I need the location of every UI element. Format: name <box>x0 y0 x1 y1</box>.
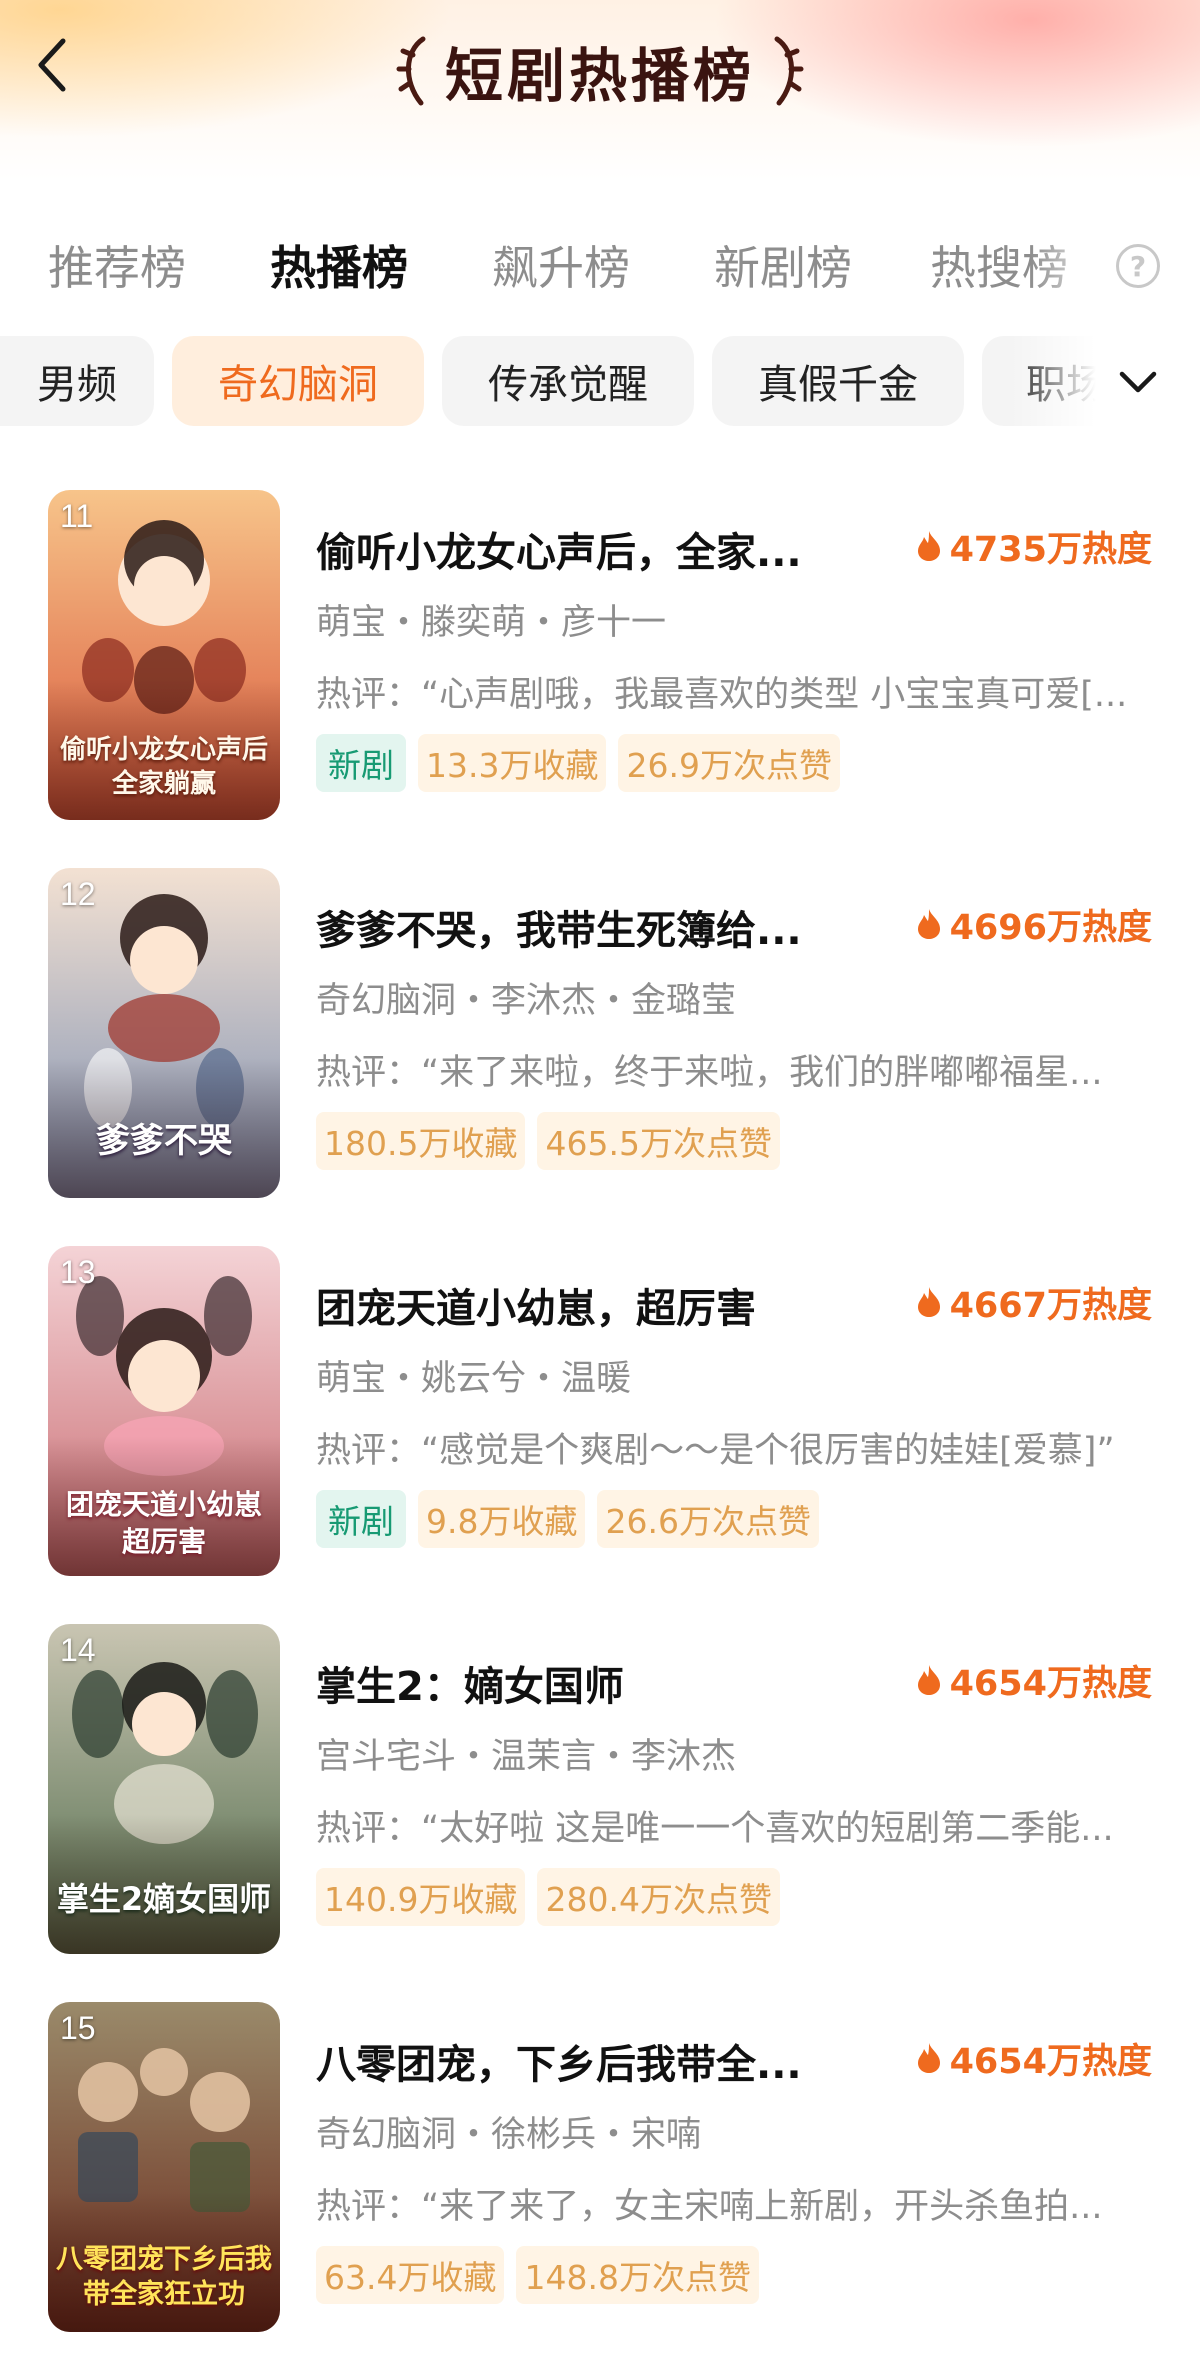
chip-fantasy[interactable]: 奇幻脑洞 <box>172 336 424 426</box>
favorites-count: 140.9万收藏 <box>316 1868 526 1926</box>
drama-meta: 萌宝・姚云兮・温暖 <box>316 1359 632 1399</box>
rank-number: 15 <box>60 2010 96 2046</box>
drama-poster[interactable]: 偷听小龙女心声后全家躺赢 11 <box>48 490 280 820</box>
help-icon[interactable]: ? <box>1116 244 1160 288</box>
top-header: 短剧热播榜 <box>0 0 1200 140</box>
flame-icon <box>917 2043 940 2073</box>
laurel-right-icon <box>774 36 804 106</box>
poster-title-text: 掌生2嫡女国师 <box>56 1880 272 1918</box>
tab-rising[interactable]: 飙升榜 <box>492 220 630 310</box>
page-title: 短剧热播榜 <box>444 42 755 110</box>
favorites-count: 13.3万收藏 <box>418 734 607 792</box>
favorites-count: 180.5万收藏 <box>316 1112 526 1170</box>
likes-count: 26.9万次点赞 <box>618 734 840 792</box>
rank-number: 12 <box>60 876 96 912</box>
rank-number: 13 <box>60 1254 96 1290</box>
heat-value: 4667万热度 <box>949 1285 1152 1326</box>
hot-comment: 热评：“来了来了，女主宋喃上新剧，开头杀鱼拍... <box>316 2187 1103 2227</box>
list-item[interactable]: 团宠天道小幼崽超厉害 13 团宠天道小幼崽，超厉害 4667万热度 萌宝・姚云兮… <box>0 1246 1200 1586</box>
drama-title: 爹爹不哭，我带生死簿给... <box>316 908 802 954</box>
poster-title-text: 爹爹不哭 <box>96 1121 232 1161</box>
drama-title: 团宠天道小幼崽，超厉害 <box>316 1286 756 1332</box>
heat-score: 4735万热度 <box>916 522 1152 570</box>
likes-count: 280.4万次点赞 <box>537 1868 780 1926</box>
heat-score: 4696万热度 <box>916 900 1152 948</box>
likes-count: 148.8万次点赞 <box>516 2246 759 2304</box>
hot-comment: 热评：“来了来啦，终于来啦，我们的胖嘟嘟福星... <box>316 1053 1103 1093</box>
tag-row: 140.9万收藏 280.4万次点赞 <box>316 1868 780 1926</box>
rank-number: 11 <box>60 498 94 534</box>
tab-new[interactable]: 新剧榜 <box>714 220 852 310</box>
heat-value: 4654万热度 <box>949 1663 1152 1704</box>
favorites-count: 63.4万收藏 <box>316 2246 505 2304</box>
drama-title: 掌生2：嫡女国师 <box>316 1664 624 1710</box>
list-item[interactable]: 爹爹不哭 12 爹爹不哭，我带生死簿给... 4696万热度 奇幻脑洞・李沐杰・… <box>0 868 1200 1208</box>
drama-meta: 萌宝・滕奕萌・彦十一 <box>316 603 667 643</box>
new-drama-badge: 新剧 <box>316 734 406 792</box>
tab-recommended[interactable]: 推荐榜 <box>48 220 186 310</box>
ranking-tabs: 推荐榜 热播榜 飙升榜 新剧榜 热搜榜 <box>0 220 1200 310</box>
favorites-count: 9.8万收藏 <box>418 1490 586 1548</box>
heat-value: 4696万热度 <box>949 907 1152 948</box>
list-item[interactable]: 八零团宠下乡后我带全家狂立功 15 八零团宠，下乡后我带全... 4654万热度… <box>0 2002 1200 2342</box>
flame-icon <box>917 1665 940 1695</box>
tab-hot-playing[interactable]: 热播榜 <box>270 220 408 310</box>
heat-value: 4654万热度 <box>949 2041 1152 2082</box>
heat-score: 4654万热度 <box>916 1656 1152 1704</box>
chips-fade-overlay <box>1010 336 1200 426</box>
poster-title-text: 团宠天道小幼崽超厉害 <box>65 1488 262 1558</box>
hot-comment: 热评：“感觉是个爽剧～～是个很厉害的娃娃[爱慕]” <box>316 1431 1115 1471</box>
flame-icon <box>917 1287 940 1317</box>
flame-icon <box>917 531 940 561</box>
tag-row: 新剧 9.8万收藏 26.6万次点赞 <box>316 1490 819 1548</box>
drama-meta: 宫斗宅斗・温茉言・李沐杰 <box>316 1737 737 1777</box>
hot-comment: 热评：“太好啦 这是唯一一个喜欢的短剧第二季能... <box>316 1809 1114 1849</box>
likes-count: 26.6万次点赞 <box>597 1490 819 1548</box>
rank-number: 14 <box>60 1632 96 1668</box>
new-drama-badge: 新剧 <box>316 1490 406 1548</box>
drama-meta: 奇幻脑洞・徐彬兵・宋喃 <box>316 2115 702 2155</box>
drama-meta: 奇幻脑洞・李沐杰・金璐莹 <box>316 981 737 1021</box>
heat-score: 4667万热度 <box>916 1278 1152 1326</box>
chip-true-false-heiress[interactable]: 真假千金 <box>712 336 964 426</box>
drama-poster[interactable]: 爹爹不哭 12 <box>48 868 280 1198</box>
chip-inheritance-awakening[interactable]: 传承觉醒 <box>442 336 694 426</box>
chip-male-channel[interactable]: 男频 <box>0 336 154 426</box>
laurel-left-icon <box>396 36 426 106</box>
poster-title-text: 偷听小龙女心声后全家躺赢 <box>59 735 268 800</box>
tag-row: 63.4万收藏 148.8万次点赞 <box>316 2246 759 2304</box>
flame-icon <box>917 909 940 939</box>
drama-poster[interactable]: 团宠天道小幼崽超厉害 13 <box>48 1246 280 1576</box>
tabs-fade-overlay <box>1030 220 1110 310</box>
drama-poster[interactable]: 掌生2嫡女国师 14 <box>48 1624 280 1954</box>
chevron-down-icon <box>1119 371 1157 393</box>
heat-value: 4735万热度 <box>949 529 1152 570</box>
likes-count: 465.5万次点赞 <box>537 1112 780 1170</box>
expand-categories-button[interactable] <box>1106 350 1170 414</box>
heat-score: 4654万热度 <box>916 2034 1152 2082</box>
drama-title: 偷听小龙女心声后，全家... <box>316 530 802 576</box>
list-item[interactable]: 偷听小龙女心声后全家躺赢 11 偷听小龙女心声后，全家... 4735万热度 萌… <box>0 490 1200 830</box>
poster-title-text: 八零团宠下乡后我带全家狂立功 <box>56 2243 272 2310</box>
drama-poster[interactable]: 八零团宠下乡后我带全家狂立功 15 <box>48 2002 280 2332</box>
tag-row: 新剧 13.3万收藏 26.9万次点赞 <box>316 734 840 792</box>
hot-comment: 热评：“心声剧哦，我最喜欢的类型 小宝宝真可爱[... <box>316 675 1128 715</box>
list-item[interactable]: 掌生2嫡女国师 14 掌生2：嫡女国师 4654万热度 宫斗宅斗・温茉言・李沐杰… <box>0 1624 1200 1964</box>
tag-row: 180.5万收藏 465.5万次点赞 <box>316 1112 780 1170</box>
page-title-group: 短剧热播榜 <box>0 26 1200 116</box>
drama-title: 八零团宠，下乡后我带全... <box>316 2042 802 2088</box>
